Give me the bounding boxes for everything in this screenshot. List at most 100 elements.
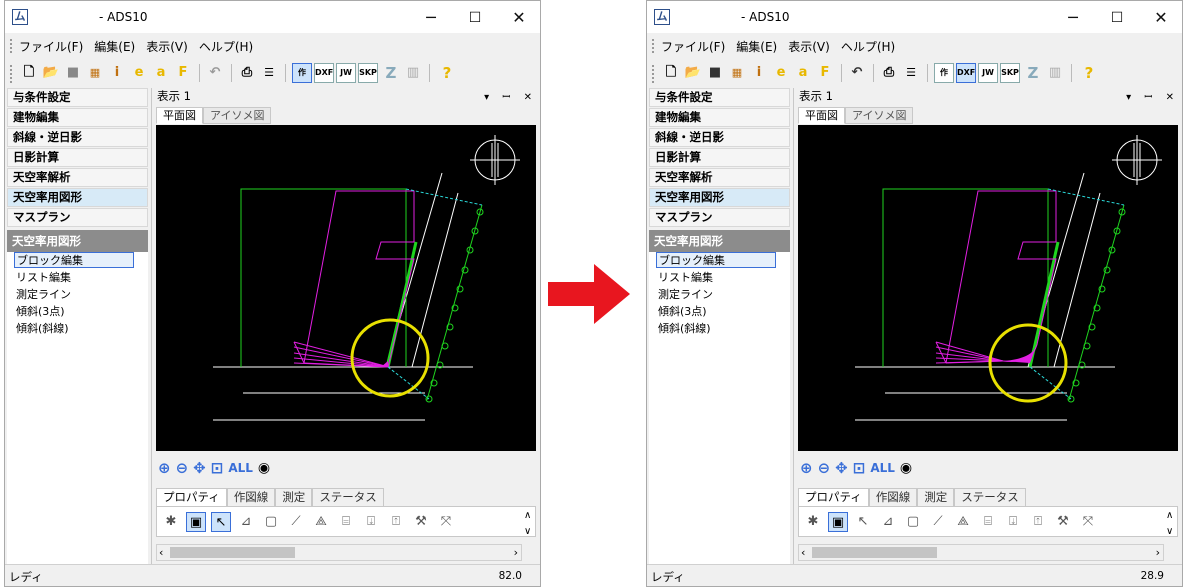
frame-icon[interactable]: ⌸ — [336, 512, 356, 532]
sub-item-list[interactable]: リスト編集 — [14, 270, 71, 286]
help-icon[interactable]: ? — [1079, 63, 1099, 83]
horizontal-scrollbar[interactable]: ‹ › — [798, 544, 1164, 561]
sub-item-slope-line[interactable]: 傾斜(斜線) — [14, 321, 69, 337]
pan-icon[interactable]: ✥ — [193, 459, 206, 477]
info-icon[interactable]: i — [107, 63, 127, 83]
open-folder-icon[interactable]: 📂 — [683, 63, 703, 83]
sub-item-slope3[interactable]: 傾斜(3点) — [14, 304, 65, 320]
scroll-left-icon[interactable]: ‹ — [801, 545, 805, 560]
pan-icon[interactable]: ✥ — [835, 459, 848, 477]
sub-item-list[interactable]: リスト編集 — [656, 270, 713, 286]
scroll-down-icon[interactable]: ∨ — [1166, 526, 1173, 537]
view-controls[interactable]: ▾ ꟷ ✕ — [1126, 89, 1179, 106]
a-icon[interactable]: a — [793, 63, 813, 83]
sub-item-measure[interactable]: 測定ライン — [14, 287, 71, 303]
zoom-all-button[interactable]: ALL — [870, 461, 895, 475]
tab-property[interactable]: プロパティ — [798, 488, 869, 506]
nav-tenkuritsu-zukei[interactable]: 天空率用図形 — [7, 188, 148, 207]
tab-isome[interactable]: アイソメ図 — [203, 107, 272, 124]
tab-drawline[interactable]: 作図線 — [226, 488, 276, 506]
nav-tenkuritsu-zukei[interactable]: 天空率用図形 — [649, 188, 790, 207]
open-folder-icon[interactable]: 📂 — [41, 63, 61, 83]
nav-nichiei[interactable]: 日影計算 — [649, 148, 790, 167]
frame3-icon[interactable]: ⍐ — [1028, 512, 1048, 532]
tool-icon[interactable]: ⚒ — [1053, 512, 1073, 532]
menu-file[interactable]: ファイル(F) — [19, 38, 83, 55]
menu-help[interactable]: ヘルプ(H) — [199, 38, 253, 55]
menu-view[interactable]: 表示(V) — [788, 38, 830, 55]
menu-help[interactable]: ヘルプ(H) — [841, 38, 895, 55]
undo-icon[interactable]: ↶ — [847, 63, 867, 83]
menu-file[interactable]: ファイル(F) — [661, 38, 725, 55]
frame2-icon[interactable]: ⍗ — [1003, 512, 1023, 532]
select-arrow-icon[interactable]: ↖ — [853, 512, 873, 532]
line-icon[interactable]: ⟋ — [928, 512, 948, 532]
nav-yojoken[interactable]: 与条件設定 — [649, 88, 790, 107]
scroll-thumb[interactable] — [812, 547, 937, 558]
zoom-in-icon[interactable]: ⊕ — [158, 459, 171, 477]
xy-icon[interactable]: ✱ — [161, 512, 181, 532]
tab-measure[interactable]: 測定 — [275, 488, 313, 506]
nav-nichiei[interactable]: 日影計算 — [7, 148, 148, 167]
move-icon[interactable]: ⤧ — [1078, 512, 1098, 532]
zoom-window-icon[interactable]: ⊡ — [211, 459, 224, 477]
zoom-out-icon[interactable]: ⊖ — [176, 459, 189, 477]
new-file-icon[interactable]: 🗋 — [661, 63, 681, 83]
tab-status[interactable]: ステータス — [312, 488, 384, 506]
frame2-icon[interactable]: ⍗ — [361, 512, 381, 532]
saku-button[interactable]: 作 — [934, 63, 954, 83]
rect-icon[interactable]: ▢ — [903, 512, 923, 532]
tool-icon[interactable]: ⚒ — [411, 512, 431, 532]
edit-icon[interactable]: ⟁ — [953, 512, 973, 532]
view-controls[interactable]: ▾ ꟷ ✕ — [484, 89, 537, 106]
eye-icon[interactable]: ◉ — [900, 460, 912, 476]
jw-button[interactable]: JW — [978, 63, 998, 83]
frame-icon[interactable]: ⌸ — [978, 512, 998, 532]
f-icon[interactable]: F — [815, 63, 835, 83]
maximize-button[interactable]: ☐ — [1095, 5, 1139, 31]
sub-item-block[interactable]: ブロック編集 — [656, 252, 776, 268]
drawing-canvas[interactable] — [156, 125, 536, 451]
scroll-thumb[interactable] — [170, 547, 295, 558]
scroll-right-icon[interactable]: › — [514, 545, 518, 560]
mouse-icon[interactable]: ▣ — [828, 511, 848, 532]
dxf-button[interactable]: DXF — [956, 63, 976, 83]
scroll-right-icon[interactable]: › — [1156, 545, 1160, 560]
scroll-down-icon[interactable]: ∨ — [524, 526, 531, 537]
close-button[interactable]: ✕ — [497, 5, 541, 31]
zoom-out-icon[interactable]: ⊖ — [818, 459, 831, 477]
horizontal-scrollbar[interactable]: ‹ › — [156, 544, 522, 561]
menu-edit[interactable]: 編集(E) — [736, 38, 777, 55]
list-icon[interactable]: ☰ — [259, 63, 279, 83]
move-icon[interactable]: ⤧ — [436, 512, 456, 532]
z-button[interactable]: Z — [1023, 63, 1043, 83]
tab-heimen[interactable]: 平面図 — [156, 107, 203, 124]
e-icon[interactable]: e — [771, 63, 791, 83]
minimize-button[interactable]: ─ — [1051, 5, 1095, 31]
menu-edit[interactable]: 編集(E) — [94, 38, 135, 55]
help-icon[interactable]: ? — [437, 63, 457, 83]
scroll-up-icon[interactable]: ∧ — [1166, 510, 1173, 521]
drawing-canvas[interactable] — [798, 125, 1178, 451]
tab-property[interactable]: プロパティ — [156, 488, 227, 506]
mouse-icon[interactable]: ▣ — [186, 511, 206, 532]
zoom-all-button[interactable]: ALL — [228, 461, 253, 475]
building-icon[interactable]: ▥ — [1045, 63, 1065, 83]
rect-icon[interactable]: ▢ — [261, 512, 281, 532]
list-icon[interactable]: ☰ — [901, 63, 921, 83]
shape-icon[interactable]: ⊿ — [878, 512, 898, 532]
eye-icon[interactable]: ◉ — [258, 460, 270, 476]
rn-icon[interactable]: ▦ — [85, 63, 105, 83]
close-button[interactable]: ✕ — [1139, 5, 1183, 31]
sub-item-slope3[interactable]: 傾斜(3点) — [656, 304, 707, 320]
e-icon[interactable]: e — [129, 63, 149, 83]
scroll-left-icon[interactable]: ‹ — [159, 545, 163, 560]
building-icon[interactable]: ▥ — [403, 63, 423, 83]
dxf-button[interactable]: DXF — [314, 63, 334, 83]
sub-item-measure[interactable]: 測定ライン — [656, 287, 713, 303]
maximize-button[interactable]: ☐ — [453, 5, 497, 31]
nav-tenkuritsu[interactable]: 天空率解析 — [649, 168, 790, 187]
scroll-up-icon[interactable]: ∧ — [524, 510, 531, 521]
rn-icon[interactable]: ▦ — [727, 63, 747, 83]
a-icon[interactable]: a — [151, 63, 171, 83]
